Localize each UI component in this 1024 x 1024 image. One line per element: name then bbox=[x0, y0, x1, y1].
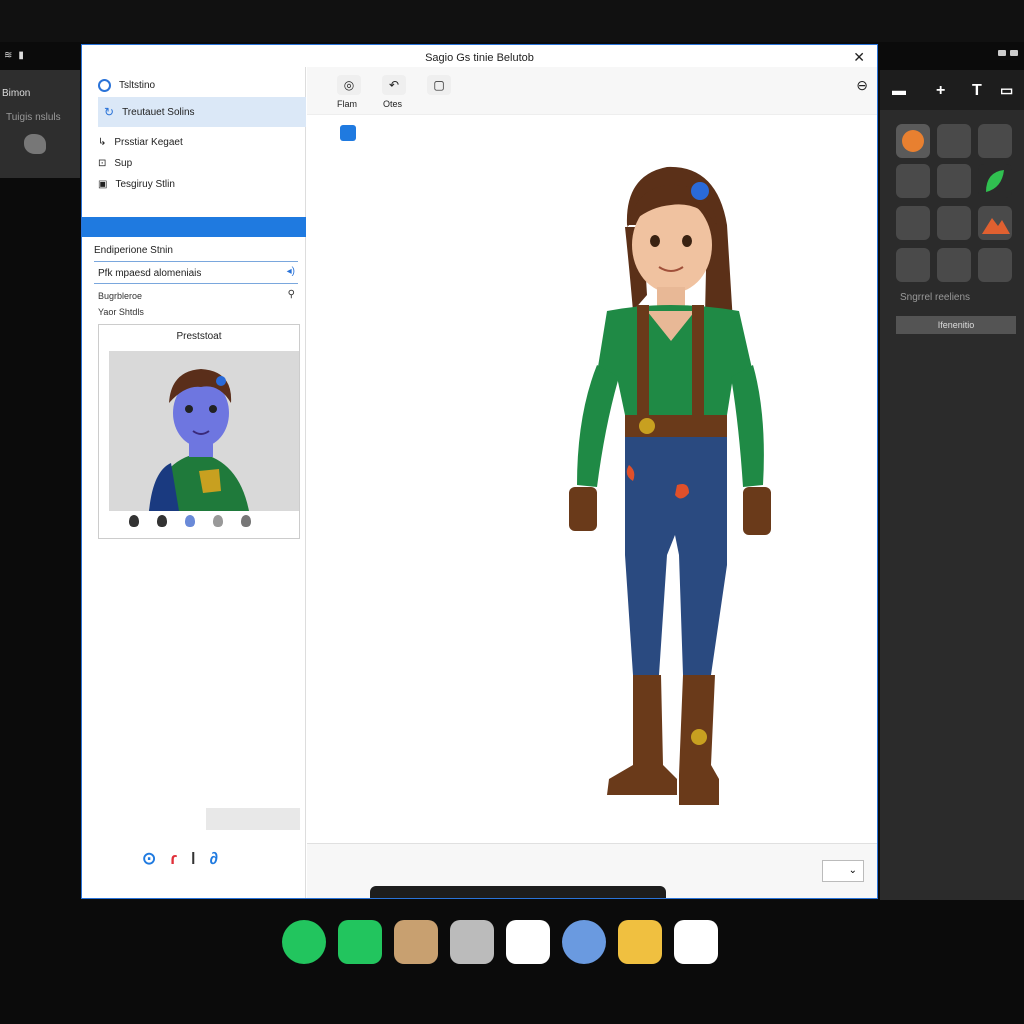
divider bbox=[94, 261, 298, 262]
chevron-down-icon: ⌄ bbox=[848, 865, 857, 876]
brush-icon[interactable]: ↶ bbox=[382, 75, 406, 95]
signal-icon: ▮ bbox=[18, 50, 24, 61]
tile-icon[interactable] bbox=[978, 124, 1012, 158]
status-icons-left: ≋ ▮ bbox=[4, 50, 24, 61]
main-toolbar: ◎ Flam ↶ Otes ▢ ⊖ bbox=[307, 67, 877, 115]
arrow-icon: ↳ bbox=[98, 137, 107, 148]
plus-icon[interactable]: + bbox=[936, 82, 945, 100]
preview-title: Preststoat bbox=[176, 331, 222, 342]
option-label[interactable]: Yaor Shtdls bbox=[98, 307, 144, 317]
shield-icon[interactable] bbox=[241, 515, 251, 527]
right-panel-label: Sngrrel reeliens bbox=[900, 292, 971, 303]
shield-icon[interactable] bbox=[185, 515, 195, 527]
dropdown[interactable]: ⌄ bbox=[822, 860, 864, 882]
sidebar-item-4[interactable]: ▣ Tesgiruy Stlin bbox=[98, 179, 175, 190]
text-icon[interactable]: T bbox=[972, 82, 982, 100]
zoom-icon[interactable]: ⊖ bbox=[856, 77, 868, 94]
bottom-icons: ⊙ ɾ ǀ ∂ bbox=[142, 849, 218, 869]
preview-image bbox=[109, 351, 299, 511]
signal-icon bbox=[1010, 50, 1018, 56]
character-model bbox=[569, 166, 771, 805]
sidebar-item-1[interactable]: ↻ Treutauet Solins bbox=[104, 105, 195, 119]
document-icon: ▣ bbox=[98, 179, 108, 190]
tile-icon[interactable] bbox=[937, 124, 971, 158]
search-icon[interactable]: ⚲ bbox=[288, 289, 295, 300]
flame-icon[interactable]: ◎ bbox=[337, 75, 361, 95]
editor-window: Sagio Gs tinie Belutob ✕ Tsltstino ↻ Tre… bbox=[81, 44, 878, 899]
shield-icon[interactable] bbox=[157, 515, 167, 527]
green-leaf-icon[interactable] bbox=[978, 164, 1012, 198]
material-field[interactable]: Pfk mpaesd alomeniais bbox=[98, 268, 201, 279]
link-icon[interactable]: ∂ bbox=[210, 849, 218, 869]
maps-app-icon[interactable] bbox=[562, 920, 606, 964]
toolbar-label: Otes bbox=[383, 99, 403, 109]
mountain-icon[interactable] bbox=[978, 206, 1012, 240]
tile-icon[interactable] bbox=[896, 248, 930, 282]
orange-circle-icon[interactable] bbox=[896, 124, 930, 158]
divider bbox=[94, 283, 298, 284]
top-bar bbox=[0, 0, 1024, 42]
phone-app-icon[interactable] bbox=[282, 920, 326, 964]
messages-app-icon[interactable] bbox=[338, 920, 382, 964]
tile-icon[interactable] bbox=[896, 206, 930, 240]
car-icon: ⊡ bbox=[98, 158, 107, 169]
battery-icon bbox=[998, 50, 1006, 56]
photos-app-icon[interactable] bbox=[394, 920, 438, 964]
preview-card: Preststoat bbox=[98, 324, 300, 539]
right-panel-button[interactable]: Ifenenitio bbox=[896, 316, 1016, 334]
shield-icon[interactable] bbox=[213, 515, 223, 527]
sound-icon[interactable]: ◂) bbox=[287, 266, 295, 277]
sidebar-item-2[interactable]: ↳ Prsstiar Kegaet bbox=[98, 137, 183, 148]
circle-icon[interactable]: ⊙ bbox=[142, 849, 156, 869]
tile-icon[interactable] bbox=[937, 248, 971, 282]
sidebar-item-label: Prsstiar Kegaet bbox=[114, 137, 183, 148]
files-app-icon[interactable] bbox=[450, 920, 494, 964]
sidebar-selected-bar[interactable] bbox=[82, 217, 306, 237]
sidebar-item-label: Sup bbox=[114, 158, 133, 169]
toolbar-label: Flam bbox=[337, 99, 357, 109]
notes-app-icon[interactable] bbox=[618, 920, 662, 964]
dock-handle bbox=[370, 886, 666, 898]
blob-icon bbox=[24, 134, 46, 154]
sidebar-item-label: Tesgiruy Stlin bbox=[115, 179, 175, 190]
music-app-icon[interactable] bbox=[674, 920, 718, 964]
left-panel-title: Bimon bbox=[2, 88, 31, 99]
dock bbox=[282, 920, 718, 964]
sidebar-item-3[interactable]: ⊡ Sup bbox=[98, 158, 132, 169]
status-icons-right bbox=[998, 50, 1018, 56]
left-background-panel: Bimon Tuigis nsluls bbox=[0, 70, 80, 178]
tile-icon[interactable] bbox=[896, 164, 930, 198]
close-button[interactable]: ✕ bbox=[853, 49, 865, 66]
circle-icon bbox=[98, 79, 111, 92]
option-label[interactable]: Bugrbleroe bbox=[98, 291, 142, 301]
pin-icon[interactable]: ǀ bbox=[191, 849, 196, 869]
canvas[interactable] bbox=[307, 115, 877, 843]
left-panel-subtitle: Tuigis nsluls bbox=[6, 112, 61, 123]
calendar-app-icon[interactable] bbox=[506, 920, 550, 964]
rectangle-icon[interactable]: ▬ bbox=[892, 82, 906, 98]
curve-icon[interactable]: ɾ bbox=[170, 849, 177, 869]
sidebar-item-label: Tsltstino bbox=[119, 80, 156, 91]
window-title: Sagio Gs tinie Belutob bbox=[425, 52, 534, 64]
tile-icon[interactable] bbox=[937, 206, 971, 240]
badge-icon[interactable] bbox=[340, 125, 356, 141]
sidebar: Tsltstino ↻ Treutauet Solins ↳ Prsstiar … bbox=[82, 67, 306, 898]
tile-icon[interactable] bbox=[978, 248, 1012, 282]
tile-icon[interactable] bbox=[937, 164, 971, 198]
shield-icon[interactable] bbox=[129, 515, 139, 527]
lock-icon[interactable]: ▢ bbox=[427, 75, 451, 95]
sidebar-item-0[interactable]: Tsltstino bbox=[98, 79, 155, 92]
refresh-icon: ↻ bbox=[104, 105, 115, 119]
sidebar-item-label: Treutauet Solins bbox=[122, 106, 195, 118]
frame-icon[interactable]: ▭ bbox=[1000, 82, 1013, 99]
gray-block bbox=[206, 808, 300, 830]
section-title: Endiperione Stnin bbox=[94, 245, 173, 256]
wifi-icon: ≋ bbox=[4, 50, 13, 61]
right-toolbar: ▬ + T ▭ bbox=[880, 70, 1024, 110]
preview-icons bbox=[129, 515, 251, 527]
